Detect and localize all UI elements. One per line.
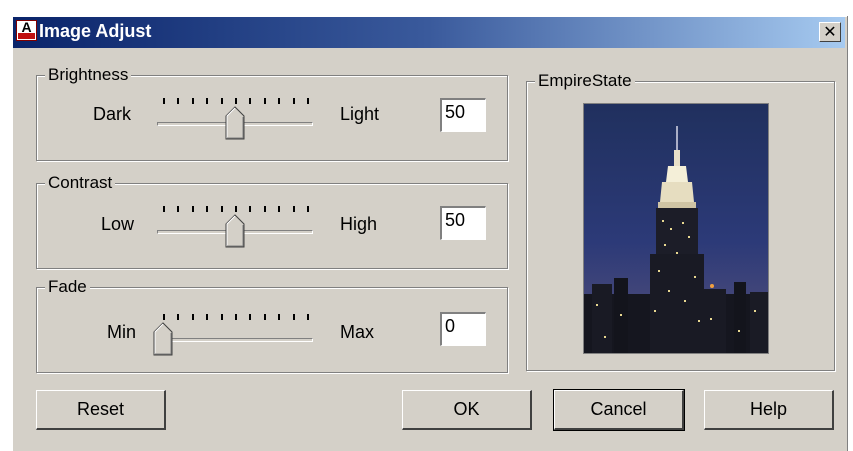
brightness-slider-thumb[interactable] [225, 106, 245, 140]
preview-legend: EmpireState [535, 71, 635, 91]
brightness-legend: Brightness [45, 65, 132, 85]
fade-slider-tick [292, 314, 295, 320]
fade-group: Fade Min Max 0 [36, 277, 508, 373]
fade-slider-tick [163, 314, 165, 320]
fade-min-label: Min [107, 322, 137, 342]
empire-state-image [584, 104, 768, 353]
brightness-slider-tick [177, 98, 180, 104]
contrast-slider-thumb[interactable] [225, 214, 245, 248]
contrast-slider-tick [263, 206, 266, 212]
brightness-slider-tick [292, 98, 295, 104]
brightness-slider-tick [263, 98, 266, 104]
contrast-slider-tick [177, 206, 180, 212]
brightness-max-label: Light [340, 104, 380, 124]
contrast-slider-tick [163, 206, 165, 212]
brightness-value-input[interactable]: 50 [440, 98, 486, 132]
contrast-min-label: Low [101, 214, 135, 234]
fade-slider-tick [220, 314, 223, 320]
preview-image [583, 103, 769, 354]
fade-slider[interactable] [153, 314, 317, 356]
contrast-slider[interactable] [157, 206, 317, 248]
fade-slider-tick [177, 314, 180, 320]
brightness-slider-tick [220, 98, 223, 104]
brightness-slider-tick [206, 98, 209, 104]
close-button[interactable]: ✕ [819, 22, 841, 42]
fade-legend: Fade [45, 277, 90, 297]
brightness-min-label: Dark [93, 104, 132, 124]
image-adjust-dialog: A Image Adjust ✕ Brightness Dark Light 5… [11, 15, 847, 451]
brightness-slider-tick [278, 98, 281, 104]
fade-slider-tick [278, 314, 281, 320]
fade-max-label: Max [340, 322, 375, 342]
fade-value-input[interactable]: 0 [440, 312, 486, 346]
close-icon: ✕ [823, 22, 837, 41]
contrast-value-input[interactable]: 50 [440, 206, 486, 240]
reset-button[interactable]: Reset [36, 390, 166, 430]
help-button[interactable]: Help [704, 390, 834, 430]
brightness-slider-tick [249, 98, 252, 104]
contrast-legend: Contrast [45, 173, 116, 193]
contrast-max-label: High [340, 214, 378, 234]
contrast-slider-tick [191, 206, 194, 212]
brightness-slider-tick [163, 98, 165, 104]
brightness-group: Brightness Dark Light 50 [36, 65, 508, 161]
cancel-button[interactable]: Cancel [553, 389, 685, 431]
contrast-slider-tick [307, 206, 309, 212]
fade-slider-tick [206, 314, 209, 320]
fade-slider-tick [263, 314, 266, 320]
fade-slider-tick [307, 314, 309, 320]
preview-group: EmpireState [526, 71, 835, 371]
ok-button[interactable]: OK [402, 390, 532, 430]
fade-slider-tick [191, 314, 194, 320]
contrast-slider-tick [249, 206, 252, 212]
brightness-slider-tick [235, 98, 237, 104]
contrast-slider-tick [220, 206, 223, 212]
contrast-slider-tick [235, 206, 237, 212]
brightness-slider[interactable] [157, 98, 317, 140]
fade-slider-tick [249, 314, 252, 320]
contrast-slider-tick [278, 206, 281, 212]
fade-slider-tick [235, 314, 237, 320]
title-bar[interactable]: A Image Adjust ✕ [13, 17, 845, 48]
contrast-group: Contrast Low High 50 [36, 173, 508, 269]
brightness-slider-tick [307, 98, 309, 104]
contrast-slider-tick [292, 206, 295, 212]
app-icon: A [16, 20, 37, 41]
window-title: Image Adjust [39, 21, 152, 41]
contrast-slider-tick [206, 206, 209, 212]
brightness-slider-tick [191, 98, 194, 104]
fade-slider-thumb[interactable] [153, 322, 173, 356]
